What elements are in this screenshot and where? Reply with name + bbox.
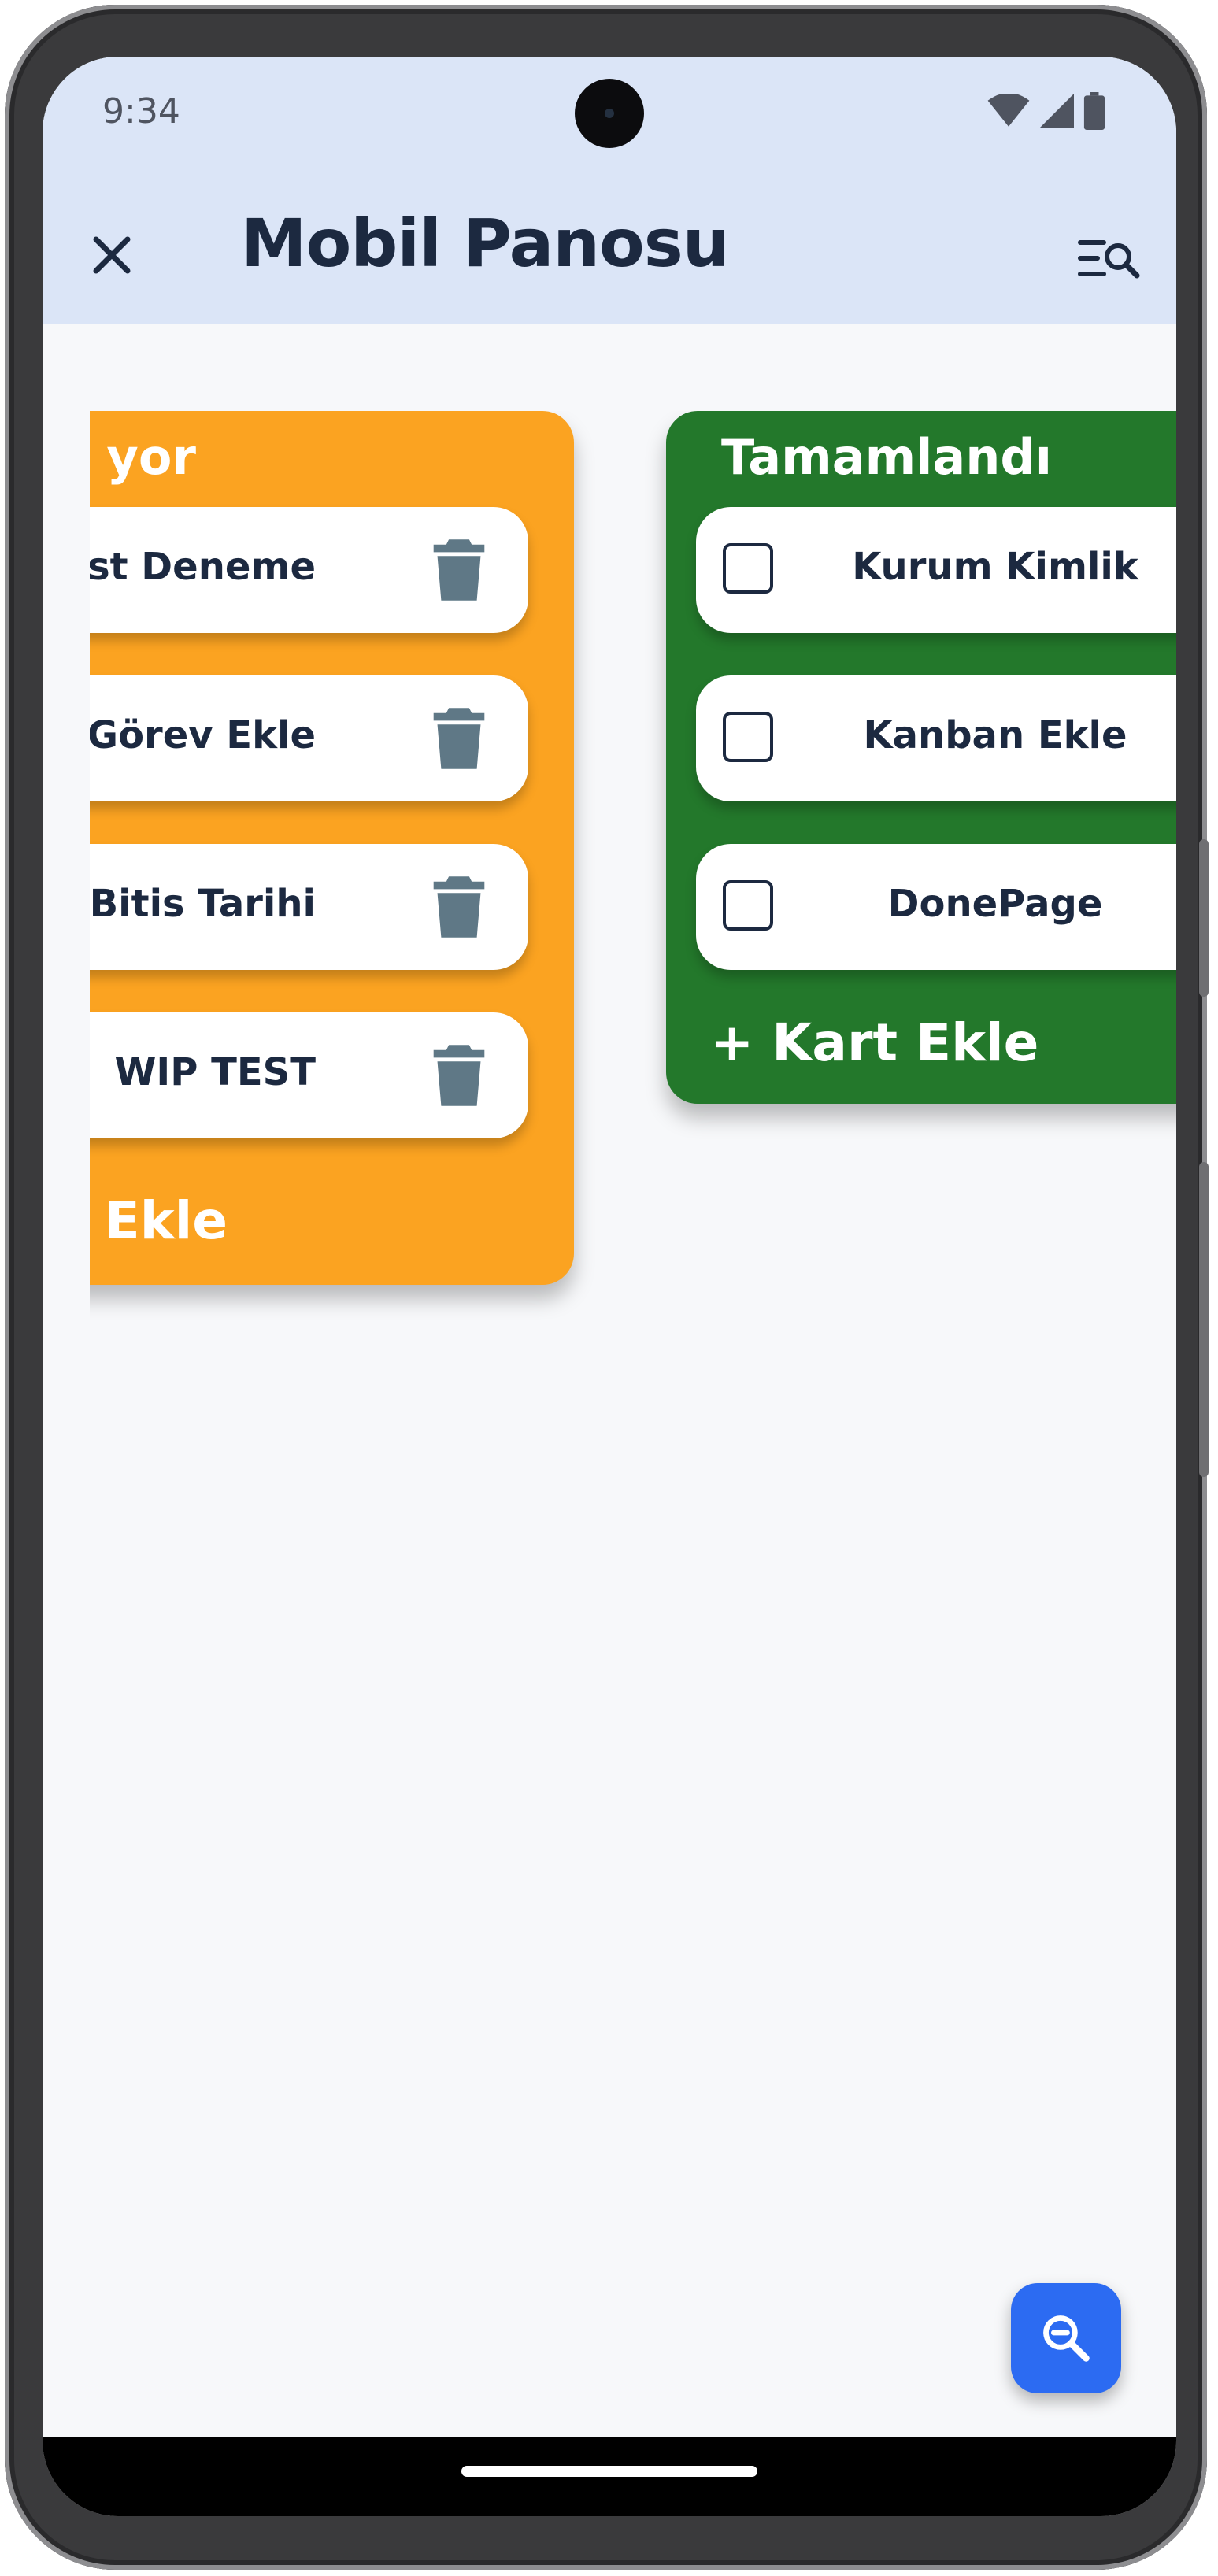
task-card-text: WIP TEST <box>114 1050 316 1094</box>
system-nav-bar <box>43 2437 1176 2516</box>
status-icons <box>987 91 1105 131</box>
status-time: 9:34 <box>102 91 180 131</box>
task-card[interactable]: Kanban Ekle <box>696 675 1176 801</box>
volume-button <box>1199 1162 1209 1477</box>
task-card[interactable]: Kurum Kimlik <box>696 507 1176 633</box>
search-list-button[interactable] <box>1072 224 1145 296</box>
task-card-text: Kurum Kimlik <box>852 545 1138 589</box>
trash-icon[interactable] <box>428 537 491 603</box>
add-card-button[interactable]: Ekle <box>105 1190 228 1251</box>
power-button <box>1199 839 1209 997</box>
front-camera <box>575 79 644 148</box>
task-card-text: est Deneme <box>90 545 316 589</box>
task-card[interactable]: Bitis Tarihi <box>90 844 528 970</box>
task-card-text: Kanban Ekle <box>863 713 1127 757</box>
zoom-out-button[interactable] <box>1011 2283 1121 2393</box>
task-card[interactable]: DonePage <box>696 844 1176 970</box>
trash-icon[interactable] <box>428 874 491 940</box>
column-title: yor <box>106 428 196 486</box>
home-indicator[interactable] <box>461 2466 757 2477</box>
task-card[interactable]: est Deneme <box>90 507 528 633</box>
battery-icon <box>1083 92 1105 130</box>
task-checkbox[interactable] <box>723 712 773 762</box>
column-title: Tamamlandı <box>721 428 1053 486</box>
close-button[interactable] <box>76 219 148 291</box>
close-icon <box>93 236 131 274</box>
task-checkbox[interactable] <box>723 543 773 594</box>
search-list-icon <box>1078 240 1140 279</box>
trash-icon[interactable] <box>428 1042 491 1108</box>
phone-frame: 9:34 Mobil Panosu yor st Deneme Görev Ek… <box>5 5 1209 2570</box>
task-card-text: Görev Ekle <box>90 713 316 757</box>
screen: 9:34 Mobil Panosu yor st Deneme Görev Ek… <box>43 57 1176 2516</box>
column-done: Tamamlandı Kurum Kimlik Kanban Ekle Done… <box>666 411 1176 1104</box>
signal-icon <box>1039 94 1074 128</box>
wifi-icon <box>987 94 1030 127</box>
task-card-text: DonePage <box>887 882 1103 926</box>
add-card-button[interactable]: + Kart Ekle <box>710 1012 1038 1073</box>
zoom-out-icon <box>1043 2315 1090 2362</box>
app-bar: 9:34 Mobil Panosu <box>43 57 1176 324</box>
trash-icon[interactable] <box>428 705 491 772</box>
page-title: Mobil Panosu <box>241 205 730 282</box>
task-checkbox[interactable] <box>723 880 773 931</box>
task-card[interactable]: WIP TEST <box>90 1012 528 1138</box>
task-card[interactable]: Görev Ekle <box>90 675 528 801</box>
column-wip: yor est Deneme Görev Ekle Bitis Tarihi <box>90 411 574 1285</box>
kanban-board[interactable]: yor est Deneme Görev Ekle Bitis Tarihi <box>90 411 1176 1513</box>
task-card-text: Bitis Tarihi <box>90 882 316 926</box>
